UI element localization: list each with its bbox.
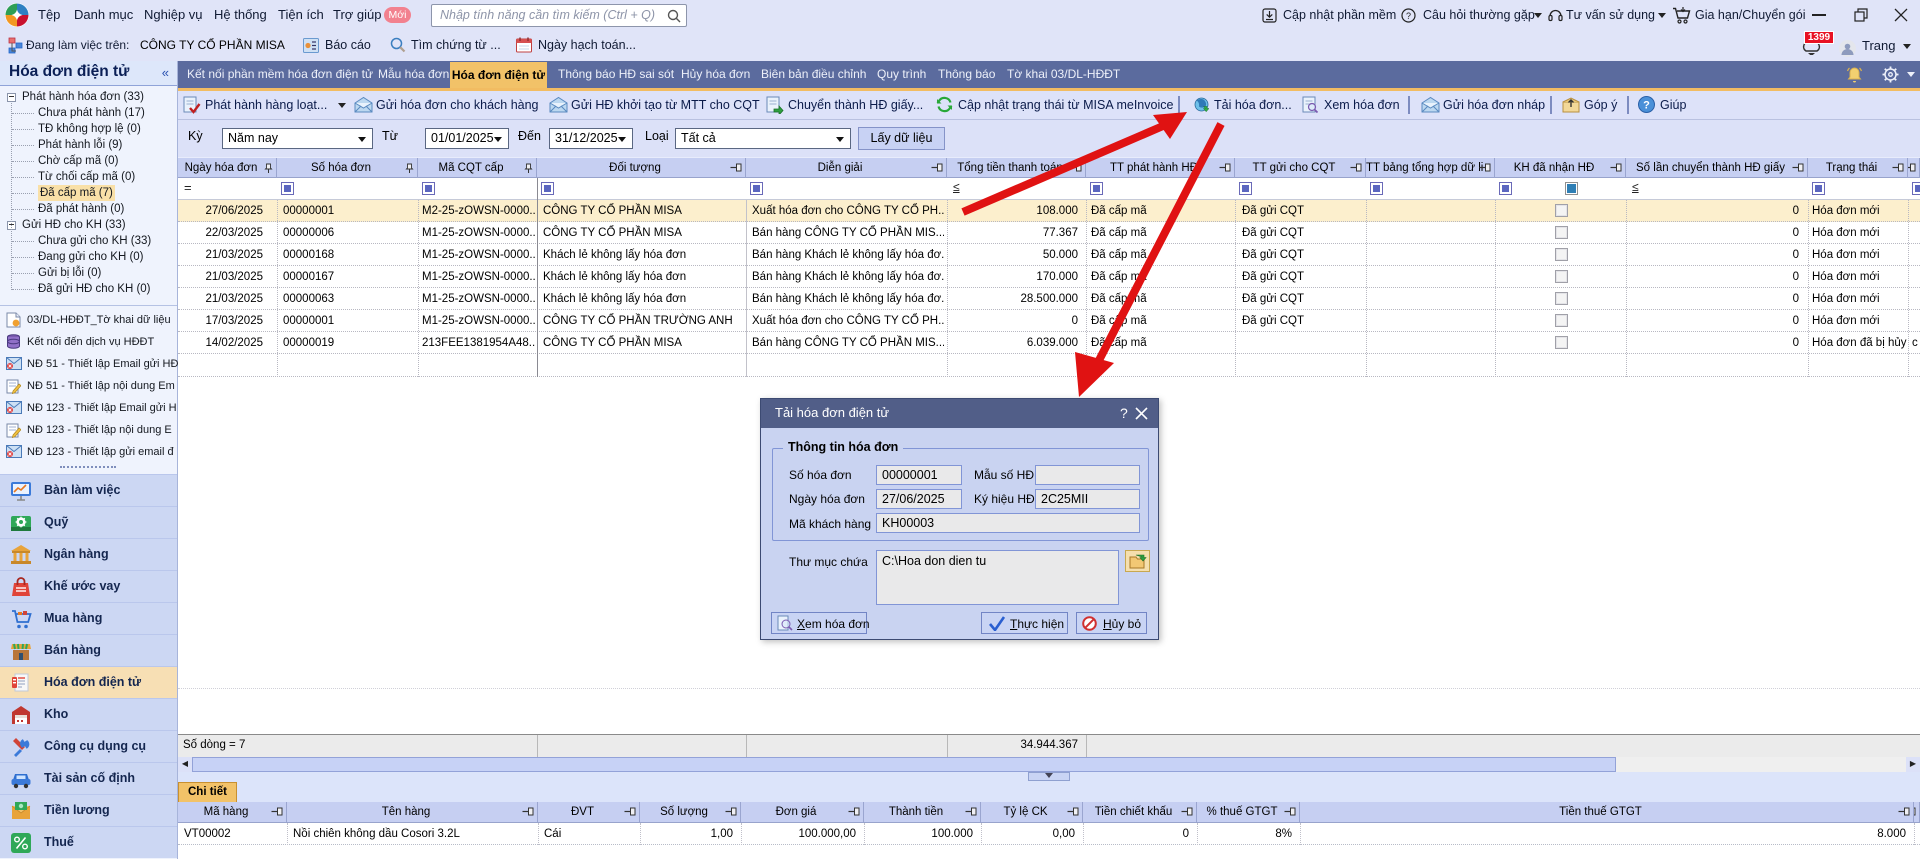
svg-text:?: ?: [1643, 100, 1650, 112]
svg-text:?: ?: [1406, 11, 1411, 21]
